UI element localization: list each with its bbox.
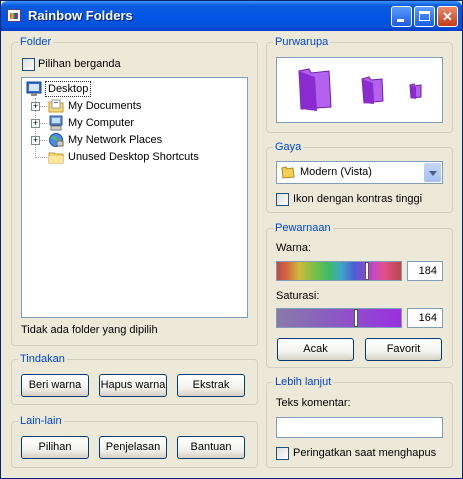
folder-style-icon [281, 166, 295, 179]
tree-guide-line [35, 157, 47, 158]
decolorize-button[interactable]: Hapus warna [99, 374, 167, 397]
high-contrast-checkbox[interactable] [276, 193, 289, 206]
tree-item-label: My Network Places [68, 134, 163, 146]
close-icon: ✕ [442, 9, 453, 24]
documents-folder-icon [48, 99, 64, 113]
tree-item-label: Unused Desktop Shortcuts [68, 151, 199, 163]
network-globe-icon [49, 133, 64, 147]
style-dropdown[interactable]: Modern (Vista) [276, 161, 443, 184]
maximize-button[interactable] [414, 6, 435, 27]
random-button[interactable]: Acak [277, 338, 354, 361]
large-folder-preview-icon [298, 68, 332, 111]
tree-guide-line [39, 123, 47, 124]
coloring-group-legend: Pewarnaan [273, 222, 333, 235]
options-button[interactable]: Pilihan [21, 436, 89, 459]
colorize-button[interactable]: Beri warna [21, 374, 89, 397]
close-button[interactable]: ✕ [437, 6, 458, 27]
folder-group-legend: Folder [18, 36, 54, 49]
warn-on-delete-checkbox[interactable] [276, 447, 289, 460]
small-folder-preview-icon [409, 83, 422, 99]
hue-value-field[interactable]: 184 [407, 261, 443, 281]
tree-guide-line [39, 106, 47, 107]
saturation-value-field[interactable]: 164 [407, 308, 443, 328]
medium-folder-preview-icon [361, 76, 384, 104]
minimize-icon [397, 19, 404, 22]
hue-label: Warna: [276, 242, 312, 254]
style-group-legend: Gaya [273, 141, 304, 154]
tree-item-label: My Documents [68, 100, 142, 112]
tree-guide-line [39, 140, 47, 141]
favorite-button[interactable]: Favorit [365, 338, 442, 361]
main-window: Rainbow Folders ✕ Folder Pilihan bergand… [0, 0, 463, 479]
rainbow-folders-app-icon [7, 9, 21, 22]
extract-button[interactable]: Ekstrak [177, 374, 245, 397]
multi-select-checkbox[interactable] [22, 58, 35, 71]
folder-icon [48, 152, 64, 164]
saturation-slider[interactable] [276, 308, 402, 328]
tree-item-label: Desktop [45, 81, 92, 97]
expand-icon[interactable]: + [31, 119, 40, 128]
desktop-icon [26, 81, 42, 96]
comment-label: Teks komentar: [276, 397, 351, 409]
preview-group-legend: Purwarupa [273, 36, 331, 49]
title-bar[interactable]: Rainbow Folders ✕ [1, 1, 462, 31]
expand-icon[interactable]: + [31, 102, 40, 111]
expand-icon[interactable]: + [31, 136, 40, 145]
maximize-icon [419, 11, 430, 21]
folder-preview [276, 57, 443, 123]
chevron-down-icon[interactable] [424, 163, 441, 182]
tree-item-label: My Computer [68, 117, 135, 129]
actions-group-legend: Tindakan [18, 353, 67, 366]
computer-icon [49, 115, 63, 131]
folder-tree[interactable]: Desktop + My Documents + My Computer + M… [21, 77, 248, 318]
misc-group-legend: Lain-lain [18, 415, 64, 428]
multi-select-label: Pilihan berganda [38, 58, 121, 70]
hue-slider[interactable] [276, 261, 402, 281]
help-button[interactable]: Bantuan [177, 436, 245, 459]
about-button[interactable]: Penjelasan [99, 436, 167, 459]
comment-input[interactable] [276, 417, 443, 438]
advanced-group-legend: Lebih lanjut [273, 376, 334, 389]
hue-slider-thumb[interactable] [365, 262, 369, 280]
saturation-label: Saturasi: [276, 290, 320, 302]
window-title: Rainbow Folders [28, 8, 133, 23]
warn-on-delete-label: Peringatkan saat menghapus [293, 447, 437, 459]
saturation-slider-thumb[interactable] [354, 309, 358, 327]
high-contrast-label: Ikon dengan kontras tinggi [293, 193, 423, 205]
selection-status: Tidak ada folder yang dipilih [21, 324, 158, 336]
minimize-button[interactable] [391, 6, 412, 27]
style-dropdown-value: Modern (Vista) [300, 166, 372, 178]
